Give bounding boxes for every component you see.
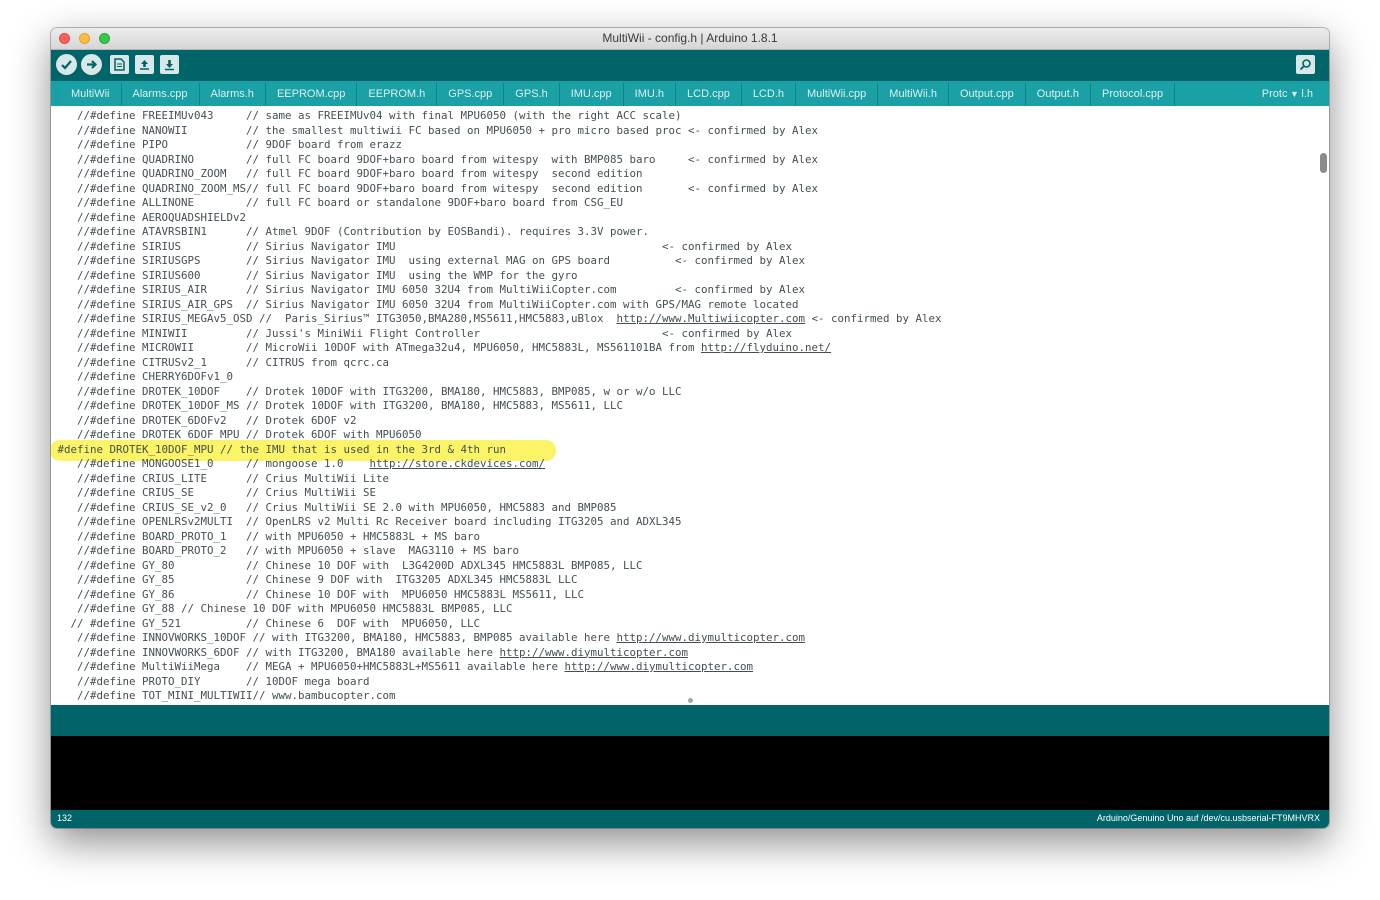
toolbar xyxy=(51,50,1329,81)
code-editor[interactable]: //#define FREEIMUv043 // same as FREEIMU… xyxy=(51,106,1329,705)
title-bar: MultiWii - config.h | Arduino 1.8.1 xyxy=(51,28,1329,50)
line-number: 132 xyxy=(57,813,73,823)
upload-icon xyxy=(87,60,98,69)
code-line[interactable]: //#define CRIUS_SE_v2_0 // Crius MultiWi… xyxy=(51,501,942,516)
code-line[interactable]: //#define SIRIUSGPS // Sirius Navigator … xyxy=(51,254,942,269)
code-line[interactable]: //#define INNOVWORKS_6DOF // with ITG320… xyxy=(51,646,942,661)
upload-button[interactable] xyxy=(81,54,102,75)
tab-alarms-h[interactable]: Alarms.h xyxy=(199,83,266,106)
code-line[interactable]: //#define SIRIUS // Sirius Navigator IMU… xyxy=(51,240,942,255)
tab-list: MultiWii Alarms.cpp Alarms.h EEPROM.cpp EEPR… xyxy=(60,83,1176,106)
editor-console-divider[interactable] xyxy=(51,698,1329,736)
arduino-window: MultiWii - config.h | Arduino 1.8.1 Mult… xyxy=(51,28,1329,828)
tab-output-h[interactable]: Output.h xyxy=(1025,83,1091,106)
code-text[interactable]: //#define FREEIMUv043 // same as FREEIMU… xyxy=(51,109,942,704)
code-line[interactable]: //#define MICROWII // MicroWii 10DOF wit… xyxy=(51,341,942,356)
code-link[interactable]: http://www.diymulticopter.com xyxy=(617,631,806,644)
code-line[interactable]: //#define SIRIUS_AIR_GPS // Sirius Navig… xyxy=(51,298,942,313)
code-line[interactable]: //#define SIRIUS600 // Sirius Navigator … xyxy=(51,269,942,284)
new-button[interactable] xyxy=(110,55,129,74)
new-icon xyxy=(114,58,125,71)
code-line[interactable]: //#define CHERRY6DOFv1_0 xyxy=(51,370,942,385)
open-button[interactable] xyxy=(135,55,154,74)
window-title: MultiWii - config.h | Arduino 1.8.1 xyxy=(602,31,778,45)
tab-menu-button[interactable]: Protc ▼ l.h xyxy=(1255,83,1319,106)
code-line[interactable]: //#define AEROQUADSHIELDv2 xyxy=(51,211,942,226)
code-link[interactable]: http://www.diymulticopter.com xyxy=(565,660,754,673)
code-line[interactable]: //#define GY_85 // Chinese 9 DOF with IT… xyxy=(51,573,942,588)
drag-handle-icon[interactable] xyxy=(688,698,693,703)
code-line[interactable]: // #define GY_521 // Chinese 6 DOF with … xyxy=(51,617,942,632)
tab-multiwii[interactable]: MultiWii xyxy=(60,83,122,106)
code-line[interactable]: //#define DROTEK_6DOFv2 // Drotek 6DOF v… xyxy=(51,414,942,429)
code-line[interactable]: //#define MINIWII // Jussi's MiniWii Fli… xyxy=(51,327,942,342)
open-icon xyxy=(140,60,149,70)
tab-output-cpp[interactable]: Output.cpp xyxy=(948,83,1026,106)
tab-alarms-cpp[interactable]: Alarms.cpp xyxy=(121,83,200,106)
code-link[interactable]: http://store.ckdevices.com/ xyxy=(370,457,546,470)
code-line[interactable]: //#define QUADRINO_ZOOM_MS// full FC boa… xyxy=(51,182,942,197)
code-line[interactable]: //#define BOARD_PROTO_2 // with MPU6050 … xyxy=(51,544,942,559)
highlighted-code-line[interactable]: #define DROTEK_10DOF_MPU // the IMU that… xyxy=(51,439,942,461)
code-line[interactable]: //#define ALLINONE // full FC board or s… xyxy=(51,196,942,211)
code-link[interactable]: http://flyduino.net/ xyxy=(701,341,831,354)
tab-multiwii-h[interactable]: MultiWii.h xyxy=(878,83,949,106)
code-line[interactable]: //#define DROTEK_10DOF // Drotek 10DOF w… xyxy=(51,385,942,400)
tab-bar: MultiWii Alarms.cpp Alarms.h EEPROM.cpp EEPR… xyxy=(51,81,1329,106)
serial-monitor-icon xyxy=(1299,59,1311,71)
output-console xyxy=(51,736,1329,810)
code-link[interactable]: http://www.Multiwiicopter.com xyxy=(617,312,806,325)
code-line[interactable]: //#define QUADRINO // full FC board 9DOF… xyxy=(51,153,942,168)
tab-gps-cpp[interactable]: GPS.cpp xyxy=(437,83,505,106)
code-line[interactable]: //#define GY_86 // Chinese 10 DOF with M… xyxy=(51,588,942,603)
tab-menu-label: Protc xyxy=(1261,88,1288,100)
code-line-text: #define DROTEK_10DOF_MPU // the IMU that… xyxy=(51,442,507,456)
code-line[interactable]: //#define MultiWiiMega // MEGA + MPU6050… xyxy=(51,660,942,675)
tab-lcd-cpp[interactable]: LCD.cpp xyxy=(676,83,742,106)
save-icon xyxy=(165,60,174,71)
code-line[interactable]: //#define CRIUS_LITE // Crius MultiWii L… xyxy=(51,472,942,487)
code-line[interactable]: //#define CITRUSv2_1 // CITRUS from qcrc… xyxy=(51,356,942,371)
tab-multiwii-cpp[interactable]: MultiWii.cpp xyxy=(796,83,879,106)
code-line[interactable]: //#define OPENLRSv2MULTI // OpenLRS v2 M… xyxy=(51,515,942,530)
code-line[interactable]: //#define SIRIUS_MEGAv5_OSD // Paris_Sir… xyxy=(51,312,942,327)
tab-gps-h[interactable]: GPS.h xyxy=(504,83,560,106)
code-line[interactable]: //#define FREEIMUv043 // same as FREEIMU… xyxy=(51,109,942,124)
code-line[interactable]: //#define BOARD_PROTO_1 // with MPU6050 … xyxy=(51,530,942,545)
serial-monitor-button[interactable] xyxy=(1296,55,1315,74)
code-line[interactable]: //#define SIRIUS_AIR // Sirius Navigator… xyxy=(51,283,942,298)
tab-protocol-cpp[interactable]: Protocol.cpp xyxy=(1091,83,1176,106)
code-line[interactable]: //#define DROTEK_10DOF_MS // Drotek 10DO… xyxy=(51,399,942,414)
code-line[interactable]: //#define CRIUS_SE // Crius MultiWii SE xyxy=(51,486,942,501)
code-line[interactable]: //#define ATAVRSBIN1 // Atmel 9DOF (Cont… xyxy=(51,225,942,240)
tab-menu-suffix: l.h xyxy=(1301,88,1313,100)
board-port-label: Arduino/Genuino Uno auf /dev/cu.usbseria… xyxy=(1096,813,1320,823)
code-line[interactable]: //#define MONGOOSE1_0 // mongoose 1.0 ht… xyxy=(51,457,942,472)
code-line[interactable]: //#define PROTO_DIY // 10DOF mega board xyxy=(51,675,942,690)
code-line[interactable]: //#define QUADRINO_ZOOM // full FC board… xyxy=(51,167,942,182)
code-line[interactable]: //#define NANOWII // the smallest multiw… xyxy=(51,124,942,139)
tab-imu-h[interactable]: IMU.h xyxy=(623,83,677,106)
tab-eeprom-cpp[interactable]: EEPROM.cpp xyxy=(265,83,358,106)
tab-lcd-h[interactable]: LCD.h xyxy=(741,83,796,106)
code-line[interactable]: //#define TOT_MINI_MULTIWII// www.bambuc… xyxy=(51,689,942,704)
verify-button[interactable] xyxy=(56,54,77,75)
status-bar: 132 Arduino/Genuino Uno auf /dev/cu.usbs… xyxy=(51,810,1329,828)
verify-icon xyxy=(61,60,72,70)
save-button[interactable] xyxy=(160,55,179,74)
code-line[interactable]: //#define INNOVWORKS_10DOF // with ITG32… xyxy=(51,631,942,646)
code-line[interactable]: //#define GY_88 // Chinese 10 DOF with M… xyxy=(51,602,942,617)
code-line[interactable]: //#define GY_80 // Chinese 10 DOF with L… xyxy=(51,559,942,574)
tab-eeprom-h[interactable]: EEPROM.h xyxy=(357,83,438,106)
editor-scrollbar[interactable] xyxy=(1320,153,1327,173)
chevron-down-icon: ▼ xyxy=(1287,89,1302,99)
tab-imu-cpp[interactable]: IMU.cpp xyxy=(559,83,624,106)
code-link[interactable]: http://www.diymulticopter.com xyxy=(500,646,689,659)
code-line[interactable]: //#define PIPO // 9DOF board from erazz xyxy=(51,138,942,153)
